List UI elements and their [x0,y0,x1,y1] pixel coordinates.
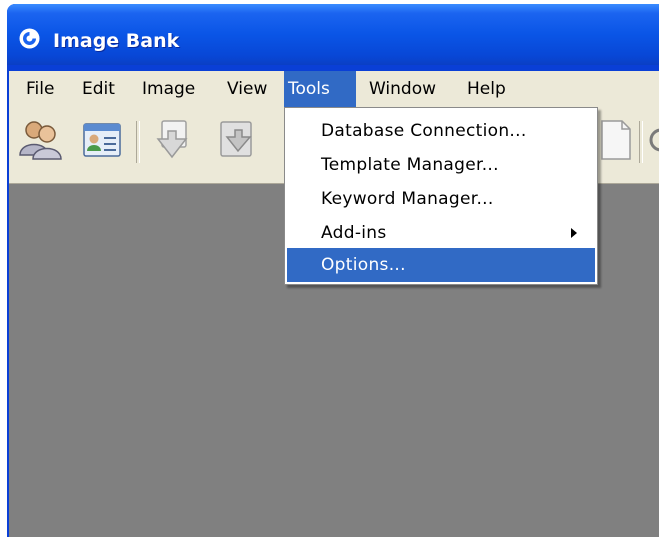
toolbar-separator [639,121,643,163]
title-bar[interactable]: Image Bank [7,4,659,65]
menu-item-keyword-manager[interactable]: Keyword Manager... [287,182,595,216]
menu-item-database-connection[interactable]: Database Connection... [287,114,595,148]
menu-item-label: Options... [321,255,406,275]
submenu-arrow-icon [571,228,577,238]
menu-item-label: Database Connection... [321,121,527,141]
menu-item-label: Template Manager... [321,155,499,175]
toolbar-separator [136,121,140,163]
menu-item-options[interactable]: Options... [287,248,595,282]
menu-item-label: Keyword Manager... [321,189,494,209]
menu-file[interactable]: File [22,71,58,107]
contact-card-icon[interactable] [79,117,125,163]
document-icon[interactable] [592,117,638,163]
menu-window[interactable]: Window [365,71,440,107]
menu-edit[interactable]: Edit [78,71,119,107]
import-icon[interactable] [150,117,196,163]
menu-tools[interactable]: Tools [284,71,356,107]
partial-icon[interactable] [647,117,659,163]
window-title: Image Bank [53,30,180,52]
menu-item-template-manager[interactable]: Template Manager... [287,148,595,182]
menu-item-label: Add-ins [321,223,387,243]
menu-help[interactable]: Help [463,71,510,107]
app-logo-icon [19,28,40,49]
menu-bar: File Edit Image View Tools Window Help [9,71,659,107]
menu-view[interactable]: View [223,71,271,107]
users-icon[interactable] [17,117,63,163]
refresh-import-icon[interactable] [214,117,260,163]
menu-image[interactable]: Image [138,71,199,107]
menu-item-add-ins[interactable]: Add-ins [287,216,595,250]
tools-dropdown-menu: Database Connection... Template Manager.… [284,107,598,285]
